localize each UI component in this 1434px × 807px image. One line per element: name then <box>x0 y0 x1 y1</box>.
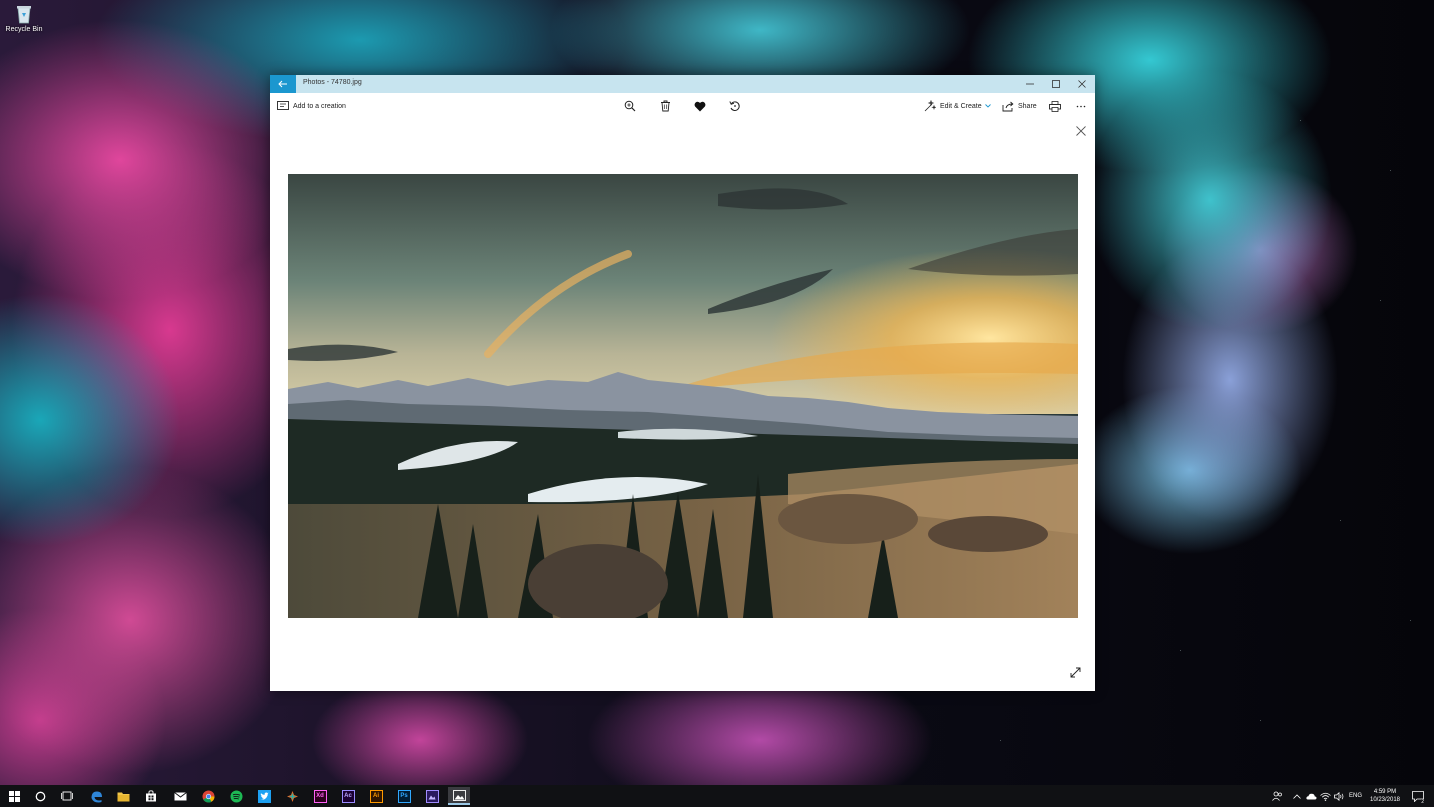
volume-button[interactable] <box>1334 785 1346 807</box>
language-label: ENG <box>1349 793 1363 799</box>
taskbar-twitter[interactable] <box>253 787 275 805</box>
photos-window: Photos - 74780.jpg Add to a creation Edi… <box>270 75 1095 691</box>
close-icon <box>1076 126 1086 136</box>
notification-count: 2 <box>1421 799 1424 805</box>
taskbar: Xd Ac Ai Ps ENG 4:59 PM 10/23/2018 2 <box>0 785 1434 807</box>
zoom-icon <box>623 99 637 113</box>
taskbar-store[interactable] <box>140 787 162 805</box>
window-title: Photos - 74780.jpg <box>303 79 362 86</box>
cortana-circle-icon <box>35 791 45 801</box>
taskbar-photos[interactable] <box>448 787 470 805</box>
favorite-button[interactable] <box>693 93 707 119</box>
app-star-icon <box>286 790 298 802</box>
share-button[interactable]: Share <box>1001 93 1037 119</box>
onedrive-button[interactable] <box>1306 785 1318 807</box>
edit-create-button[interactable]: Edit & Create <box>923 93 991 119</box>
input-language-button[interactable]: ENG <box>1349 785 1363 807</box>
recycle-bin-label: Recycle Bin <box>5 26 43 33</box>
close-button[interactable] <box>1069 75 1095 93</box>
taskbar-adobe-xd[interactable]: Xd <box>309 787 331 805</box>
show-hidden-icons-button[interactable] <box>1293 785 1303 807</box>
people-button[interactable] <box>1272 785 1286 807</box>
adobe-xd-icon: Xd <box>313 789 327 803</box>
cortana-button[interactable] <box>29 787 51 805</box>
close-viewer-button[interactable] <box>1073 123 1089 139</box>
rotate-icon <box>728 99 742 113</box>
adobe-ac-label: Ac <box>344 793 352 799</box>
adobe-xd-label: Xd <box>316 793 324 799</box>
adobe-premiere-icon <box>425 789 439 803</box>
spotify-icon <box>230 790 242 802</box>
expand-icon <box>1070 667 1080 677</box>
start-button[interactable] <box>3 787 25 805</box>
adobe-photoshop-icon: Ps <box>397 789 411 803</box>
full-screen-button[interactable] <box>1067 664 1083 680</box>
taskbar-adobe-premiere[interactable] <box>421 787 443 805</box>
windows-logo-icon <box>8 790 20 802</box>
task-view-icon <box>61 791 73 801</box>
taskbar-spotify[interactable] <box>225 787 247 805</box>
print-button[interactable] <box>1048 93 1062 119</box>
adobe-ac-icon: Ac <box>341 789 355 803</box>
adobe-ai-label: Ai <box>373 793 379 799</box>
clock-date: 10/23/2018 <box>1369 797 1401 803</box>
chevron-up-icon <box>1293 793 1301 799</box>
delete-button[interactable] <box>658 93 672 119</box>
edit-create-label: Edit & Create <box>940 102 982 110</box>
back-arrow-icon <box>278 75 288 93</box>
delete-icon <box>658 99 672 113</box>
action-center-button[interactable]: 2 <box>1410 785 1426 807</box>
add-to-creation-icon <box>276 99 290 113</box>
more-options-button[interactable] <box>1074 93 1088 119</box>
share-icon <box>1001 99 1015 113</box>
photos-icon <box>452 789 466 801</box>
chevron-down-icon <box>984 104 991 108</box>
add-to-creation-label: Add to a creation <box>293 102 346 110</box>
taskbar-chrome[interactable] <box>197 787 219 805</box>
minimize-icon <box>1026 83 1034 85</box>
minimize-button[interactable] <box>1017 75 1043 93</box>
taskbar-pinned-app[interactable] <box>281 787 303 805</box>
more-options-icon <box>1074 99 1088 113</box>
taskbar-file-explorer[interactable] <box>112 787 134 805</box>
cloud-icon <box>1306 793 1317 799</box>
taskbar-adobe-acrobat[interactable]: Ac <box>337 787 359 805</box>
maximize-button[interactable] <box>1043 75 1069 93</box>
adobe-ps-label: Ps <box>400 793 408 799</box>
photo-image <box>288 174 1078 618</box>
twitter-icon <box>257 789 271 803</box>
close-icon <box>1078 80 1086 88</box>
network-button[interactable] <box>1320 785 1332 807</box>
maximize-icon <box>1052 80 1060 88</box>
recycle-bin-icon <box>15 4 33 24</box>
edge-icon <box>91 791 102 802</box>
taskbar-mail[interactable] <box>169 787 191 805</box>
task-view-button[interactable] <box>56 787 78 805</box>
chrome-icon <box>202 790 214 803</box>
printer-icon <box>1048 99 1062 113</box>
speaker-icon <box>1334 791 1344 801</box>
recycle-bin-shortcut[interactable]: Recycle Bin <box>4 4 44 33</box>
edit-create-icon <box>923 99 937 113</box>
title-bar: Photos - 74780.jpg <box>270 75 1095 93</box>
store-bag-icon <box>146 790 156 802</box>
add-to-creation-button[interactable]: Add to a creation <box>276 93 346 119</box>
clock-button[interactable]: 4:59 PM 10/23/2018 <box>1362 788 1408 804</box>
photo-toolbar: Add to a creation Edit & Create Share <box>270 93 1095 119</box>
mail-icon <box>173 791 187 800</box>
taskbar-edge[interactable] <box>85 787 107 805</box>
adobe-illustrator-icon: Ai <box>369 789 383 803</box>
share-label: Share <box>1018 102 1037 110</box>
taskbar-adobe-illustrator[interactable]: Ai <box>365 787 387 805</box>
wifi-icon <box>1320 792 1331 801</box>
zoom-button[interactable] <box>623 93 637 119</box>
people-icon <box>1272 791 1282 801</box>
clock-time: 4:59 PM <box>1373 789 1397 795</box>
favorite-heart-icon <box>693 99 707 113</box>
rotate-button[interactable] <box>728 93 742 119</box>
folder-icon <box>117 792 129 801</box>
taskbar-adobe-photoshop[interactable]: Ps <box>393 787 415 805</box>
back-button[interactable] <box>270 75 296 93</box>
